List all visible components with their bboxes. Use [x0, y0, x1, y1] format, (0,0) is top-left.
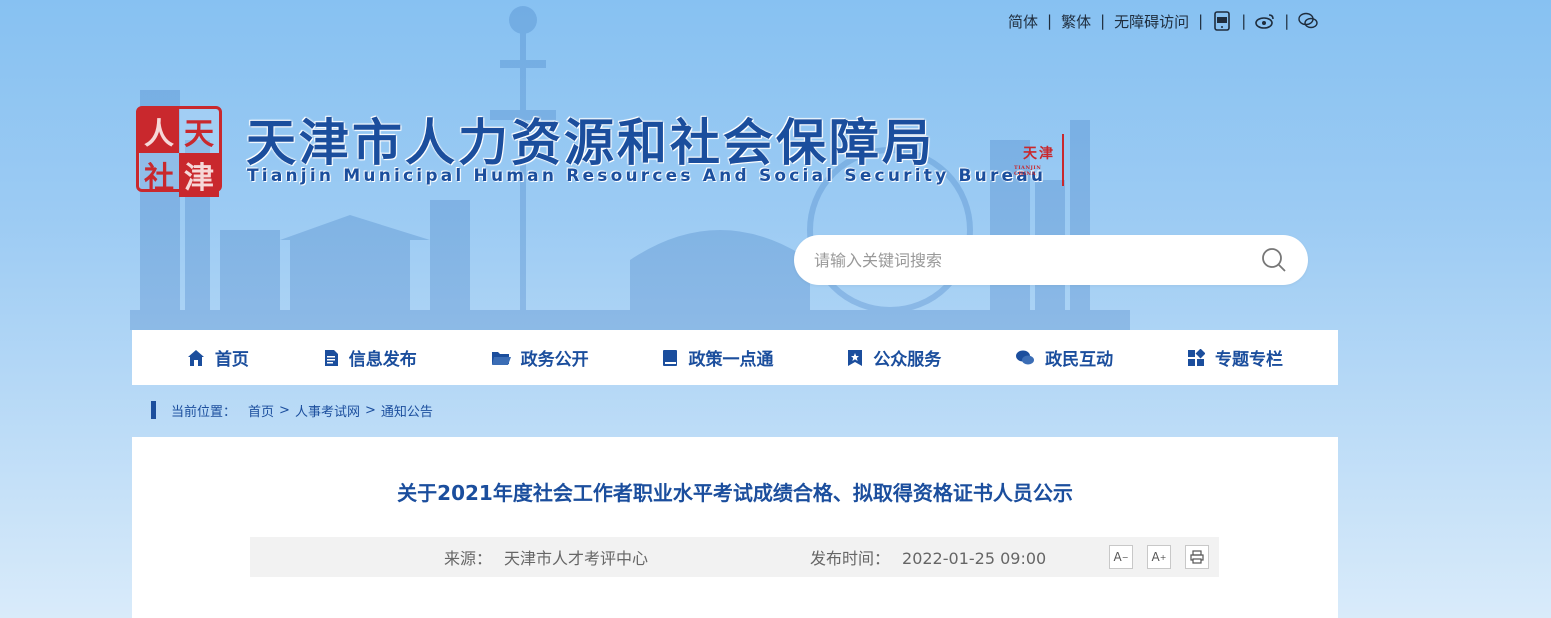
book-icon — [663, 349, 678, 366]
weibo-icon[interactable] — [1255, 11, 1275, 31]
seal-char: 人 — [139, 109, 179, 153]
nav-item-policy[interactable]: 政策一点通 — [662, 345, 773, 370]
nav-item-home[interactable]: 首页 — [187, 345, 249, 370]
nav-label: 信息发布 — [348, 350, 417, 370]
breadcrumb-notices[interactable]: 通知公告 — [381, 401, 433, 420]
breadcrumb-separator: > — [364, 402, 376, 418]
tianjin-emblem: 天 津 TIANJIN CHINA — [1014, 134, 1064, 186]
nav-item-public-service[interactable]: 公众服务 — [847, 345, 941, 370]
nav-item-special[interactable]: 专题专栏 — [1187, 345, 1283, 370]
nav-label: 首页 — [214, 350, 249, 370]
renshe-seal-logo[interactable]: 人 天 社 津 — [136, 106, 222, 197]
nav-label: 专题专栏 — [1214, 350, 1283, 370]
app-icon[interactable] — [1212, 11, 1232, 31]
article-source: 来源： 天津市人才考评中心 — [444, 545, 648, 569]
font-larger-button[interactable]: A + — [1147, 545, 1171, 569]
breadcrumb-marker — [151, 401, 156, 419]
print-icon — [1190, 550, 1204, 564]
breadcrumb: 当前位置： 首页 > 人事考试网 > 通知公告 — [151, 401, 433, 420]
nav-item-gov-affairs[interactable]: 政务公开 — [491, 345, 589, 370]
search-box — [794, 235, 1308, 285]
font-smaller-glyph: A — [1113, 550, 1122, 564]
emblem-char: 天 — [1023, 146, 1037, 162]
time-value: 2022-01-25 09:00 — [902, 549, 1047, 568]
article-time: 发布时间： 2022-01-25 09:00 — [810, 545, 1046, 569]
separator: | — [1100, 12, 1106, 30]
separator: | — [1284, 12, 1290, 30]
separator: | — [1198, 12, 1204, 30]
folder-icon — [491, 351, 511, 365]
source-label: 来源： — [444, 549, 493, 568]
separator: | — [1047, 12, 1053, 30]
search-icon[interactable] — [1260, 246, 1288, 274]
bookmark-star-icon — [848, 349, 863, 366]
main-nav: 首页 信息发布 政务公开 政策一点通 公众服务 政民互动 专题专栏 — [132, 330, 1338, 385]
nav-label: 政策一点通 — [688, 350, 774, 370]
breadcrumb-home[interactable]: 首页 — [248, 401, 274, 420]
breadcrumb-exam-site[interactable]: 人事考试网 — [295, 401, 360, 420]
article-tools: A − A + — [1109, 545, 1209, 569]
search-input[interactable] — [814, 250, 1260, 270]
chat-icon — [1016, 350, 1035, 364]
emblem-caption: TIANJIN CHINA — [1014, 165, 1042, 177]
article-title: 关于2021年度社会工作者职业水平考试成绩合格、拟取得资格证书人员公示 — [397, 481, 1073, 505]
plus-glyph: + — [1159, 552, 1167, 562]
seal-char: 社 — [144, 161, 174, 196]
nav-item-interaction[interactable]: 政民互动 — [1015, 345, 1113, 370]
document-icon — [324, 349, 338, 366]
seal-char: 天 — [184, 117, 214, 152]
grid-icon — [1187, 348, 1205, 366]
source-value: 天津市人才考评中心 — [504, 549, 649, 568]
emblem-char: 津 — [1039, 146, 1053, 162]
nav-label: 政务公开 — [520, 350, 589, 370]
accessibility-link[interactable]: 无障碍访问 — [1114, 11, 1189, 32]
font-larger-glyph: A — [1151, 550, 1160, 564]
article-panel: 关于2021年度社会工作者职业水平考试成绩合格、拟取得资格证书人员公示 来源： 天… — [132, 437, 1338, 618]
breadcrumb-separator: > — [279, 402, 290, 418]
simplified-chinese-link[interactable]: 简体 — [1008, 11, 1038, 32]
time-label: 发布时间： — [810, 549, 891, 568]
nav-label: 政民互动 — [1045, 350, 1114, 370]
wechat-icon[interactable] — [1298, 11, 1319, 31]
breadcrumb-prefix: 当前位置： — [171, 404, 237, 420]
traditional-chinese-link[interactable]: 繁体 — [1061, 11, 1091, 32]
seal-char: 津 — [179, 153, 219, 197]
nav-item-info[interactable]: 信息发布 — [323, 345, 417, 370]
print-button[interactable] — [1185, 545, 1209, 569]
minus-glyph: − — [1121, 552, 1129, 562]
separator: | — [1241, 12, 1247, 30]
site-subtitle: Tianjin Municipal Human Resources And So… — [247, 166, 1047, 186]
top-utility-bar: 简体 | 繁体 | 无障碍访问 | | | — [1008, 10, 1319, 32]
nav-label: 公众服务 — [873, 350, 942, 370]
home-icon — [187, 349, 204, 366]
site-title: 天津市人力资源和社会保障局 — [246, 114, 935, 172]
font-smaller-button[interactable]: A − — [1109, 545, 1133, 569]
article-meta-bar: 来源： 天津市人才考评中心 发布时间： 2022-01-25 09:00 A − A + — [250, 537, 1219, 577]
